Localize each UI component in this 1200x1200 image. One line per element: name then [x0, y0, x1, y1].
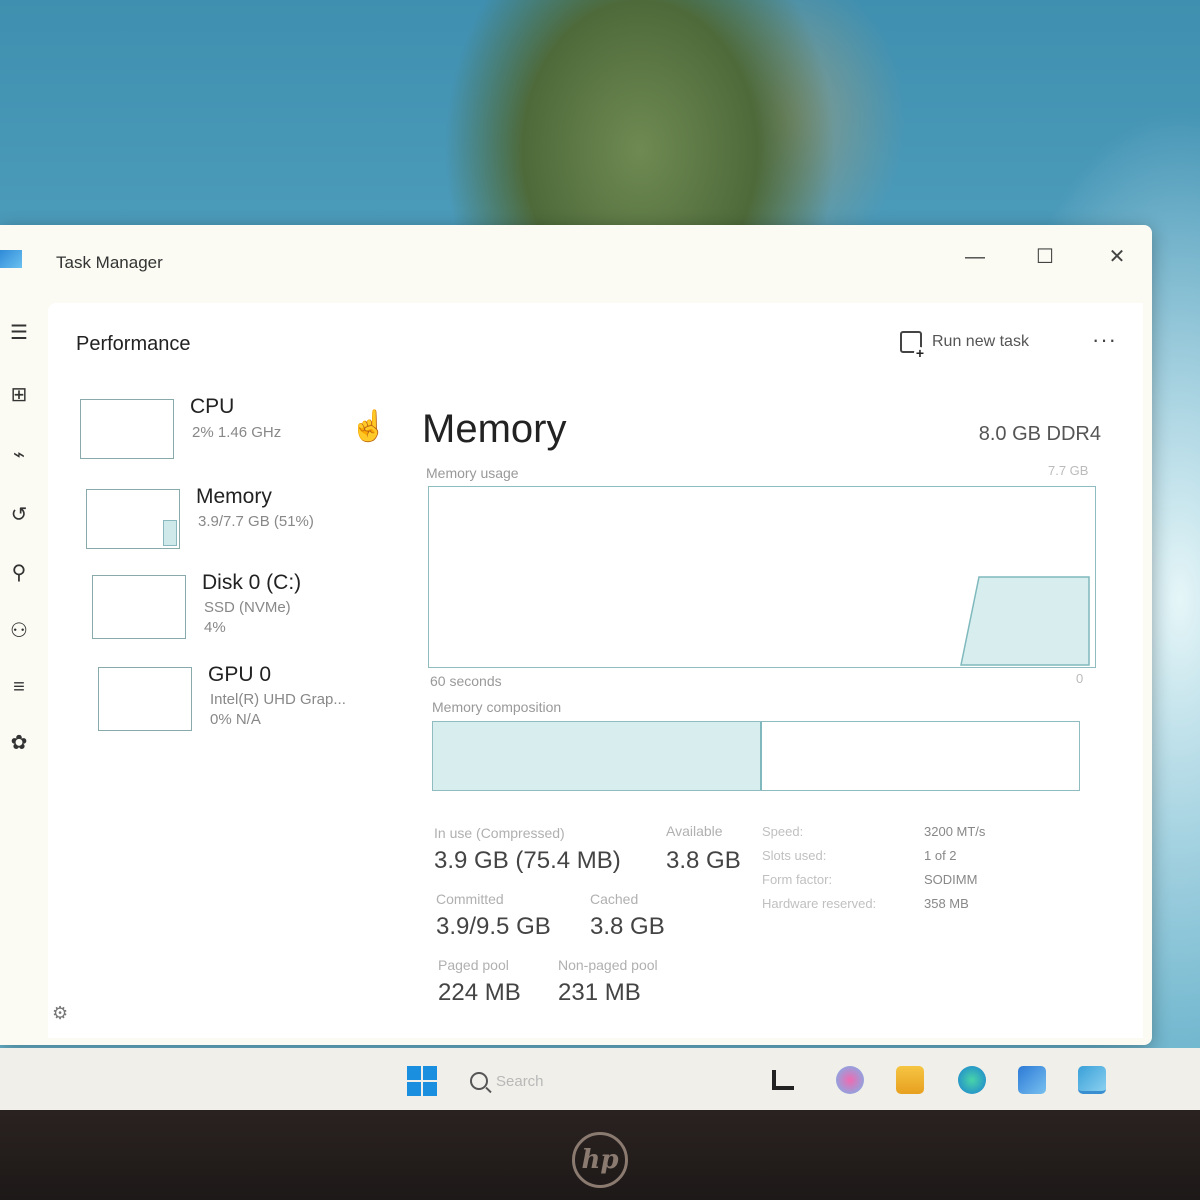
device-detail-2: 0% N/A [210, 711, 261, 728]
memory-composition-bar [432, 721, 1080, 791]
minimize-button[interactable]: — [952, 237, 998, 277]
hand-cursor-icon: ☝ [350, 410, 388, 443]
device-detail: SSD (NVMe) [204, 599, 291, 616]
cached-value: 3.8 GB [590, 913, 665, 940]
speed-label: Speed: [762, 824, 804, 839]
available-value: 3.8 GB [666, 847, 741, 874]
time-zero-label: 0 [1076, 671, 1084, 686]
device-name: CPU [190, 395, 235, 418]
device-item-memory[interactable]: Memory 3.9/7.7 GB (51%) [86, 485, 386, 551]
memory-thumbnail-graph [86, 489, 180, 549]
performance-icon[interactable]: ⌁ [6, 442, 32, 468]
taskbar: Search [0, 1048, 1200, 1110]
startup-apps-icon[interactable]: ⚲ [6, 560, 32, 586]
run-new-task-button[interactable]: Run new task [900, 331, 1029, 359]
form-factor-value: SODIMM [924, 872, 978, 887]
edge-browser-icon[interactable] [958, 1066, 986, 1094]
non-paged-pool-label: Non-paged pool [558, 957, 658, 973]
committed-value: 3.9/9.5 GB [436, 913, 551, 940]
app-history-icon[interactable]: ↺ [6, 502, 32, 528]
composition-in-use [433, 722, 763, 790]
hardware-reserved-label: Hardware reserved: [762, 896, 877, 911]
device-item-disk[interactable]: Disk 0 (C:) SSD (NVMe) 4% [92, 571, 392, 639]
services-icon[interactable]: ✿ [6, 730, 32, 756]
available-label: Available [666, 823, 723, 839]
start-tile-icon [423, 1066, 437, 1080]
device-name: GPU 0 [208, 663, 272, 686]
settings-gear-icon[interactable]: ⚙ [52, 1003, 68, 1024]
search-placeholder: Search [496, 1072, 544, 1090]
title-bar[interactable]: Task Manager — ☐ ✕ [0, 225, 1152, 295]
memory-usage-svg [960, 576, 1090, 666]
memory-usage-area [960, 576, 1090, 666]
page-title: Performance [76, 333, 191, 355]
taskbar-search[interactable]: Search [470, 1068, 630, 1094]
run-new-task-label: Run new task [932, 333, 1029, 350]
device-item-gpu[interactable]: GPU 0 Intel(R) UHD Grap... 0% N/A [98, 663, 398, 731]
hp-logo: hp [572, 1132, 628, 1188]
memory-title: Memory [422, 407, 567, 451]
memory-usage-label: Memory usage [426, 465, 519, 481]
device-detail: 3.9/7.7 GB (51%) [198, 513, 314, 530]
non-paged-pool-value: 231 MB [558, 979, 641, 1006]
copilot-app-icon[interactable] [836, 1066, 864, 1094]
task-manager-taskbar-icon[interactable] [1078, 1066, 1106, 1094]
task-manager-window: Task Manager — ☐ ✕ ☰ ⊞ ⌁ ↺ ⚲ ⚇ ≡ ✿ Perfo… [0, 225, 1152, 1045]
close-button[interactable]: ✕ [1094, 237, 1140, 277]
users-icon[interactable]: ⚇ [6, 618, 32, 644]
device-detail: Intel(R) UHD Grap... [210, 691, 346, 708]
cpu-thumbnail-graph [80, 399, 174, 459]
form-factor-label: Form factor: [762, 872, 833, 887]
committed-label: Committed [436, 891, 504, 907]
processes-icon[interactable]: ⊞ [6, 382, 32, 408]
device-detail-2: 4% [204, 619, 226, 636]
details-icon[interactable]: ≡ [6, 674, 32, 700]
in-use-label: In use (Compressed) [434, 825, 565, 841]
file-explorer-icon[interactable] [896, 1066, 924, 1094]
hamburger-menu-icon[interactable]: ☰ [6, 320, 32, 346]
cached-label: Cached [590, 891, 639, 907]
task-manager-app-icon [0, 250, 22, 268]
hardware-reserved-value: 358 MB [924, 896, 969, 911]
gpu-thumbnail-graph [98, 667, 192, 731]
in-use-value: 3.9 GB (75.4 MB) [434, 847, 621, 874]
memory-thumbnail-fill [163, 520, 177, 546]
speed-value: 3200 MT/s [924, 824, 986, 839]
time-span-label: 60 seconds [430, 673, 502, 689]
window-title: Task Manager [56, 253, 163, 272]
maximize-button[interactable]: ☐ [1022, 237, 1068, 277]
memory-usage-max: 7.7 GB [1048, 463, 1089, 478]
slots-used-label: Slots used: [762, 848, 827, 863]
device-name: Memory [196, 485, 272, 508]
start-button[interactable] [407, 1066, 437, 1096]
start-tile-icon [407, 1066, 421, 1080]
paged-pool-label: Paged pool [438, 957, 509, 973]
monitor-bezel: hp [0, 1110, 1200, 1200]
more-options-button[interactable]: ··· [1092, 327, 1117, 353]
store-app-icon[interactable] [1018, 1066, 1046, 1094]
memory-composition-label: Memory composition [432, 699, 562, 715]
disk-thumbnail-graph [92, 575, 186, 639]
paged-pool-value: 224 MB [438, 979, 521, 1006]
start-tile-icon [423, 1082, 437, 1096]
start-tile-icon [407, 1082, 421, 1096]
device-item-cpu[interactable]: CPU 2% 1.46 GHz [80, 395, 380, 461]
slots-used-value: 1 of 2 [924, 848, 957, 863]
widgets-app-icon[interactable] [772, 1070, 794, 1090]
device-name: Disk 0 (C:) [202, 571, 302, 594]
search-icon [470, 1072, 488, 1090]
run-task-icon [900, 331, 926, 359]
device-detail: 2% 1.46 GHz [192, 424, 282, 441]
memory-usage-graph [428, 486, 1096, 668]
memory-spec: 8.0 GB DDR4 [978, 423, 1101, 445]
main-content: Performance Run new task ··· CPU 2% 1.46… [48, 303, 1143, 1038]
